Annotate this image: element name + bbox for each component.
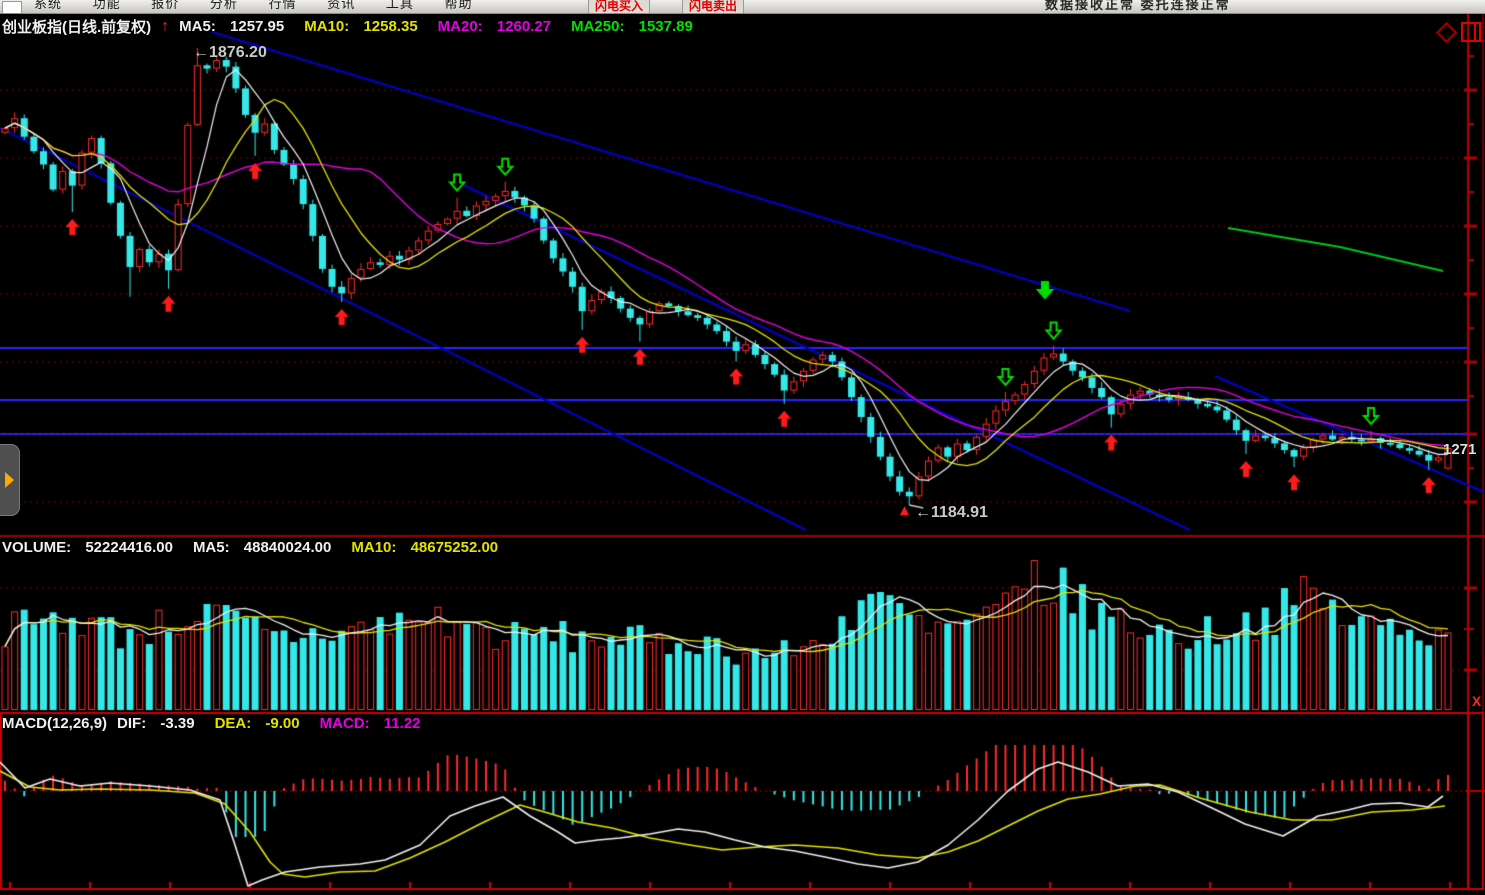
app-logo-icon[interactable] — [2, 1, 22, 14]
window-layout-icon[interactable] — [1461, 22, 1481, 42]
quick-buy-button[interactable]: 闪电买入 — [588, 0, 650, 14]
menu-item[interactable]: 工具 — [386, 0, 414, 11]
quick-sell-button[interactable]: 闪电卖出 — [682, 0, 744, 14]
close-indicator-button[interactable]: X — [1469, 693, 1484, 709]
side-panel-tab[interactable] — [0, 444, 20, 516]
menu-item[interactable]: 报价 — [151, 0, 179, 11]
menu-item[interactable]: 分析 — [210, 0, 238, 11]
chart-canvas[interactable] — [0, 0, 1485, 895]
menu-item[interactable]: 行情 — [269, 0, 297, 11]
top-toolbar: 系统 功能 报价 分析 行情 资讯 工具 帮助 闪电买入 闪电卖出 数据接收正常… — [0, 0, 1485, 14]
connection-status: 数据接收正常 委托连接正常 — [1045, 0, 1231, 13]
expand-arrow-icon — [5, 472, 14, 488]
menu-bar: 系统 功能 报价 分析 行情 资讯 工具 帮助 — [34, 0, 499, 12]
menu-item[interactable]: 资讯 — [327, 0, 355, 11]
menu-item[interactable]: 功能 — [93, 0, 121, 11]
menu-item[interactable]: 系统 — [34, 0, 62, 11]
trading-app-window: 系统 功能 报价 分析 行情 资讯 工具 帮助 闪电买入 闪电卖出 数据接收正常… — [0, 0, 1485, 895]
menu-item[interactable]: 帮助 — [444, 0, 472, 11]
window-split-line — [1474, 24, 1476, 40]
